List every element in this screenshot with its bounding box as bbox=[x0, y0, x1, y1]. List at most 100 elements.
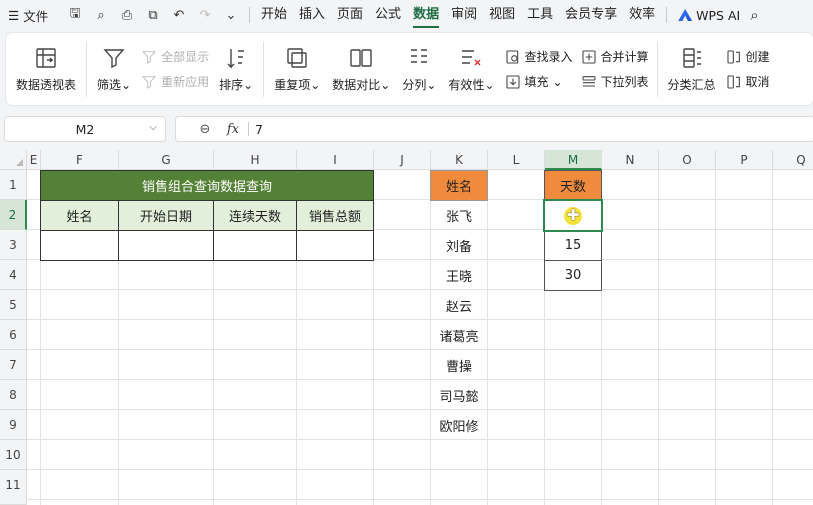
row-header-1[interactable]: 1 bbox=[0, 170, 27, 200]
create-group-icon bbox=[727, 49, 740, 64]
file-menu-label: 文件 bbox=[23, 8, 49, 24]
column-header-l[interactable]: L bbox=[488, 150, 545, 170]
reapply-button[interactable]: 重新应用 bbox=[141, 73, 209, 90]
wps-ai-button[interactable]: WPS AI bbox=[672, 8, 746, 23]
function-icon[interactable]: fx bbox=[220, 122, 246, 137]
save-icon[interactable]: 🖫 bbox=[62, 4, 88, 26]
name-cell[interactable]: 曹操 bbox=[430, 350, 488, 380]
column-header-n[interactable]: N bbox=[602, 150, 659, 170]
tab-start[interactable]: 开始 bbox=[255, 0, 293, 30]
filter-clear-icon bbox=[142, 50, 157, 64]
formula-input[interactable]: ⊖ fx 7 bbox=[175, 116, 813, 142]
dropdown-list-button[interactable]: 下拉列表 bbox=[581, 73, 649, 90]
column-header-o[interactable]: O bbox=[659, 150, 716, 170]
column-header-i[interactable]: I bbox=[297, 150, 374, 170]
tab-review[interactable]: 审阅 bbox=[445, 0, 483, 30]
query-input-start-date[interactable] bbox=[118, 230, 214, 261]
column-header-q[interactable]: Q bbox=[773, 150, 813, 170]
hamburger-icon: ☰ bbox=[8, 7, 20, 23]
query-title-cell[interactable]: 销售组合查询数据查询 bbox=[40, 170, 374, 201]
file-menu[interactable]: ☰ 文件 bbox=[0, 6, 62, 25]
filter-label: 筛选 bbox=[97, 77, 122, 92]
validity-button[interactable]: 有效性⌄ bbox=[442, 33, 500, 105]
name-cell[interactable]: 张飞 bbox=[430, 200, 488, 230]
row-header-7[interactable]: 7 bbox=[0, 350, 27, 380]
column-header-m[interactable]: M bbox=[545, 150, 602, 170]
gridline bbox=[772, 170, 773, 505]
tab-member[interactable]: 会员专享 bbox=[559, 0, 623, 30]
chevron-down-icon: ⌄ bbox=[426, 77, 437, 92]
chevron-down-icon: ⌄ bbox=[310, 77, 321, 92]
split-column-button[interactable]: 分列⌄ bbox=[396, 33, 442, 105]
tab-insert[interactable]: 插入 bbox=[293, 0, 331, 30]
name-cell[interactable]: 欧阳修 bbox=[430, 410, 488, 440]
query-header-total-sales[interactable]: 销售总额 bbox=[296, 200, 374, 231]
column-header-p[interactable]: P bbox=[716, 150, 773, 170]
days-cell[interactable]: 30 bbox=[544, 260, 602, 291]
brush-icon[interactable]: ⌕ bbox=[88, 8, 114, 23]
name-cell[interactable]: 赵云 bbox=[430, 290, 488, 320]
duplicates-button[interactable]: 重复项⌄ bbox=[268, 33, 326, 105]
name-box[interactable]: M2 ⌵ bbox=[4, 116, 166, 142]
select-all-corner[interactable] bbox=[0, 150, 27, 170]
tab-formula[interactable]: 公式 bbox=[369, 0, 407, 30]
active-cell-m2[interactable]: ✚ bbox=[543, 199, 603, 232]
pivot-table-button[interactable]: 数据透视表 bbox=[6, 33, 82, 105]
column-header-e[interactable]: E bbox=[27, 150, 41, 170]
column-header-h[interactable]: H bbox=[214, 150, 297, 170]
chevron-down-icon[interactable]: ⌄ bbox=[218, 8, 244, 23]
sort-button[interactable]: 排序⌄ bbox=[213, 33, 259, 105]
name-cell[interactable]: 诸葛亮 bbox=[430, 320, 488, 350]
row-header-3[interactable]: 3 bbox=[0, 230, 27, 260]
column-header-j[interactable]: J bbox=[374, 150, 431, 170]
row-header-9[interactable]: 9 bbox=[0, 410, 27, 440]
tab-page[interactable]: 页面 bbox=[331, 0, 369, 30]
print-icon[interactable]: ⎙ bbox=[114, 8, 140, 23]
consolidate-button[interactable]: 合并计算 bbox=[581, 48, 649, 65]
row-header-8[interactable]: 8 bbox=[0, 380, 27, 410]
create-group-button[interactable]: 创建 bbox=[726, 48, 770, 65]
row-header-6[interactable]: 6 bbox=[0, 320, 27, 350]
query-header-name[interactable]: 姓名 bbox=[40, 200, 119, 231]
query-input-name[interactable] bbox=[40, 230, 119, 261]
spreadsheet-grid[interactable]: E F G H I J K L M N O P Q 1 2 3 4 5 6 7 … bbox=[0, 150, 813, 505]
query-header-consecutive-days[interactable]: 连续天数 bbox=[213, 200, 297, 231]
name-cell[interactable]: 王晓 bbox=[430, 260, 488, 290]
days-cell[interactable]: 15 bbox=[544, 230, 602, 261]
names-header-cell[interactable]: 姓名 bbox=[430, 170, 488, 201]
column-header-f[interactable]: F bbox=[41, 150, 119, 170]
ribbon-tabs: 开始 插入 页面 公式 数据 审阅 视图 工具 会员专享 效率 bbox=[255, 0, 661, 30]
row-header-11[interactable]: 11 bbox=[0, 470, 27, 505]
tab-data[interactable]: 数据 bbox=[407, 0, 445, 30]
duplicates-icon bbox=[287, 47, 307, 68]
row-header-2[interactable]: 2 bbox=[0, 200, 27, 230]
gridline bbox=[27, 289, 813, 290]
name-cell[interactable]: 刘备 bbox=[430, 230, 488, 260]
print-preview-icon[interactable]: ⧉ bbox=[140, 8, 166, 23]
query-header-start-date[interactable]: 开始日期 bbox=[118, 200, 214, 231]
redo-icon[interactable]: ↷ bbox=[192, 8, 218, 23]
query-input-consecutive-days[interactable] bbox=[213, 230, 297, 261]
row-header-10[interactable]: 10 bbox=[0, 440, 27, 470]
ungroup-button[interactable]: 取消 bbox=[726, 73, 770, 90]
name-cell[interactable]: 司马懿 bbox=[430, 380, 488, 410]
subtotal-button[interactable]: 分类汇总 bbox=[662, 33, 722, 105]
show-all-button[interactable]: 全部显示 bbox=[141, 48, 209, 65]
gridline bbox=[27, 319, 813, 320]
fill-button[interactable]: 填充 ⌄ bbox=[505, 73, 573, 90]
row-header-4[interactable]: 4 bbox=[0, 260, 27, 290]
tab-efficiency[interactable]: 效率 bbox=[623, 0, 661, 30]
search-icon[interactable]: ⌕ bbox=[750, 6, 758, 24]
tab-view[interactable]: 视图 bbox=[483, 0, 521, 30]
column-header-g[interactable]: G bbox=[119, 150, 214, 170]
zoom-icon[interactable]: ⊖ bbox=[190, 122, 220, 137]
tab-tools[interactable]: 工具 bbox=[521, 0, 559, 30]
days-header-cell[interactable]: 天数 bbox=[544, 170, 602, 201]
row-header-5[interactable]: 5 bbox=[0, 290, 27, 320]
lookup-entry-button[interactable]: 查找录入 bbox=[505, 48, 573, 65]
undo-icon[interactable]: ↶ bbox=[166, 8, 192, 23]
filter-button[interactable]: 筛选⌄ bbox=[91, 33, 137, 105]
data-compare-button[interactable]: 数据对比⌄ bbox=[326, 33, 396, 105]
query-input-total-sales[interactable] bbox=[296, 230, 374, 261]
column-header-k[interactable]: K bbox=[431, 150, 488, 170]
